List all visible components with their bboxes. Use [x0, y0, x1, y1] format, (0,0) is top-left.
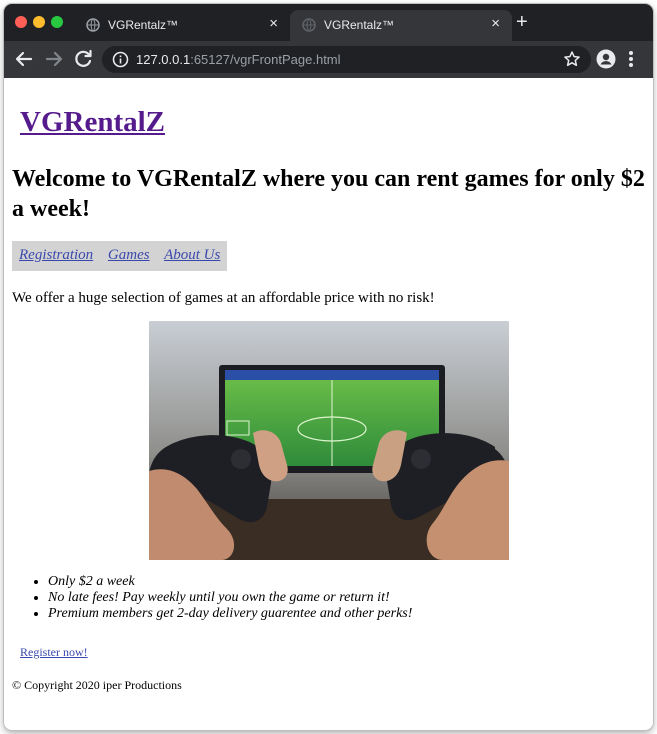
menu-icon[interactable] [628, 49, 634, 69]
url-path: :65127/vgrFrontPage.html [190, 52, 341, 67]
nav-link-registration[interactable]: Registration [19, 247, 93, 263]
back-arrow-icon[interactable] [12, 47, 36, 71]
close-tab-icon[interactable]: × [269, 15, 278, 32]
minimize-window-button[interactable] [33, 16, 45, 28]
globe-favicon-icon [302, 18, 316, 32]
zoom-window-button[interactable] [51, 16, 63, 28]
forward-arrow-icon[interactable] [42, 47, 66, 71]
globe-favicon-icon [86, 18, 100, 32]
browser-toolbar: 127.0.0.1:65127/vgrFrontPage.html [4, 41, 653, 78]
close-window-button[interactable] [15, 16, 27, 28]
hero-image-gaming-controllers [149, 321, 509, 560]
browser-window: VGRentalz™ × VGRentalz™ × + 127.0.0.1:65… [4, 4, 653, 730]
close-tab-icon[interactable]: × [491, 15, 500, 32]
register-now-link[interactable]: Register now! [20, 645, 88, 660]
reload-icon[interactable] [71, 47, 95, 71]
copyright-text: © Copyright 2020 iper Productions [12, 678, 182, 692]
info-icon[interactable] [112, 51, 129, 68]
tab-vgrentalz-1[interactable]: VGRentalz™ × [74, 10, 290, 41]
address-bar[interactable]: 127.0.0.1:65127/vgrFrontPage.html [102, 46, 591, 73]
tab-title: VGRentalz™ [108, 18, 179, 32]
page-content: VGRentalZ Welcome to VGRentalZ where you… [4, 78, 653, 730]
list-item: Premium members get 2-day delivery guare… [48, 606, 412, 622]
welcome-heading: Welcome to VGRentalZ where you can rent … [12, 166, 645, 222]
tab-title: VGRentalz™ [324, 18, 395, 32]
profile-icon[interactable] [596, 49, 616, 69]
list-item: Only $2 a week [48, 574, 412, 590]
tab-vgrentalz-2[interactable]: VGRentalz™ × [290, 10, 512, 41]
nav-link-about-us[interactable]: About Us [164, 247, 220, 263]
tab-strip: VGRentalz™ × VGRentalz™ × + [4, 4, 653, 41]
star-icon[interactable] [563, 50, 581, 68]
new-tab-button[interactable]: + [516, 11, 528, 34]
url-host: 127.0.0.1 [136, 52, 191, 67]
intro-text: We offer a huge selection of games at an… [12, 290, 435, 306]
url-text: 127.0.0.1:65127/vgrFrontPage.html [136, 52, 341, 67]
list-item: No late fees! Pay weekly until you own t… [48, 590, 412, 606]
site-nav: Registration Games About Us [12, 241, 228, 271]
brand-link[interactable]: VGRentalZ [20, 106, 165, 139]
nav-link-games[interactable]: Games [108, 247, 150, 263]
perks-list: Only $2 a week No late fees! Pay weekly … [28, 574, 412, 622]
